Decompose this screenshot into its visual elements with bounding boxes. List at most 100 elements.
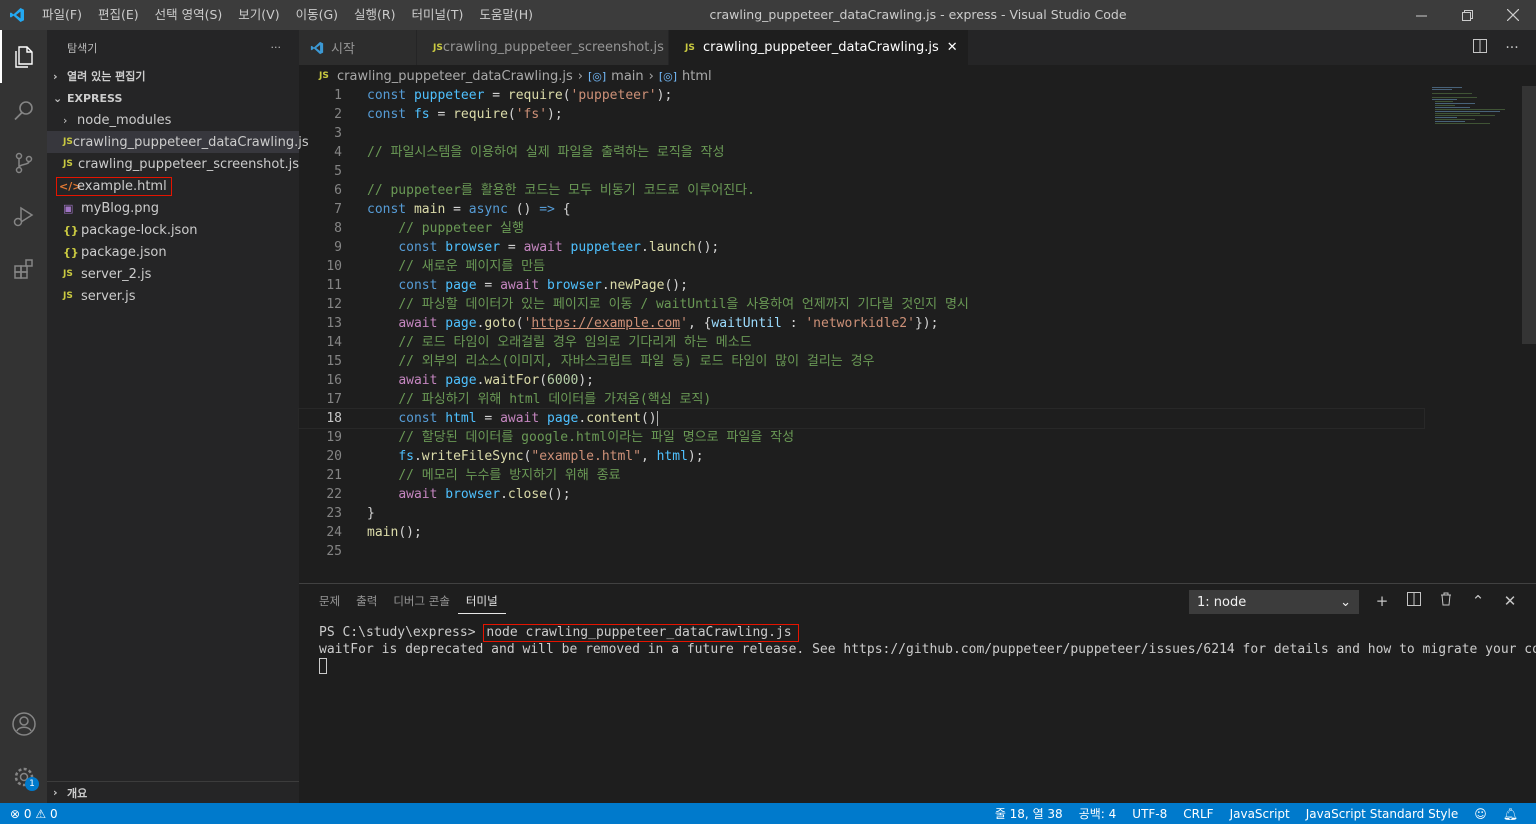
variable-icon: [◎]: [587, 69, 607, 83]
image-file-icon: ▣: [63, 201, 74, 215]
settings-badge: 1: [25, 777, 39, 791]
tree-item-label: crawling_puppeteer_dataCrawling.js: [72, 134, 309, 150]
tree-item-label: server.js: [81, 288, 136, 304]
cursor-position[interactable]: 줄 18, 열 38: [987, 805, 1071, 822]
tree-item-label: node_modules: [77, 112, 172, 128]
folder-section[interactable]: ⌄ EXPRESS: [47, 87, 299, 109]
tab-output[interactable]: 출력: [348, 584, 385, 618]
bell-icon[interactable]: 🔔︎: [1495, 807, 1526, 821]
editor-scrollbar[interactable]: [1522, 86, 1536, 344]
tree-item-example-html[interactable]: </> example.html: [47, 175, 299, 197]
breadcrumb-symbol-html[interactable]: html: [682, 69, 712, 84]
outline-label: 개요: [67, 786, 88, 800]
open-editors-section[interactable]: › 열려 있는 편집기: [47, 65, 299, 87]
problems-status[interactable]: ⊗ 0 ⚠ 0: [0, 807, 58, 821]
tree-item-server-js[interactable]: JS server.js: [47, 285, 299, 307]
terminal-warning: waitFor is deprecated and will be remove…: [319, 642, 1536, 657]
activity-bar: 1: [0, 30, 47, 803]
minimize-button[interactable]: [1398, 0, 1444, 30]
more-actions-icon[interactable]: ···: [271, 41, 282, 54]
extensions-button[interactable]: [0, 242, 47, 295]
tab-screenshot-js[interactable]: JS crawling_puppeteer_screenshot.js: [417, 30, 669, 65]
tree-item-package-lock-json[interactable]: {} package-lock.json: [47, 219, 299, 241]
terminal-select-value: 1: node: [1197, 594, 1247, 610]
settings-button[interactable]: 1: [0, 750, 47, 803]
split-terminal-icon[interactable]: [1398, 590, 1430, 612]
code-line: 9 const browser = await puppeteer.launch…: [334, 240, 720, 255]
tab-problems[interactable]: 문제: [311, 584, 348, 618]
menu-selection[interactable]: 선택 영역(S): [147, 0, 231, 30]
tree-item-label: crawling_puppeteer_screenshot.js: [77, 156, 299, 172]
restore-button[interactable]: [1444, 0, 1490, 30]
encoding[interactable]: UTF-8: [1124, 807, 1175, 821]
chevron-down-icon: ⌄: [53, 91, 63, 105]
code-editor[interactable]: 1 const puppeteer = require('puppeteer');…: [298, 86, 1425, 572]
vscode-icon: [310, 41, 324, 54]
breadcrumb-file[interactable]: crawling_puppeteer_dataCrawling.js: [337, 69, 573, 84]
tree-item-label: myBlog.png: [81, 200, 159, 216]
chevron-right-icon: ›: [53, 69, 58, 83]
outline-section[interactable]: › 개요: [47, 781, 299, 803]
tree-item-label: package-lock.json: [81, 222, 198, 238]
close-panel-icon[interactable]: ✕: [1494, 590, 1526, 612]
menu-view[interactable]: 보기(V): [230, 0, 287, 30]
code-line: 1 const puppeteer = require('puppeteer');: [334, 88, 673, 103]
menu-help[interactable]: 도움말(H): [471, 0, 541, 30]
tree-item-package-json[interactable]: {} package.json: [47, 241, 299, 263]
terminal-cursor: [319, 658, 327, 674]
terminal-select[interactable]: 1: node ⌄: [1189, 590, 1359, 614]
close-window-button[interactable]: [1490, 0, 1536, 30]
explorer-button[interactable]: [0, 30, 47, 83]
menu-edit[interactable]: 편집(E): [90, 0, 147, 30]
trash-icon[interactable]: [1430, 590, 1462, 612]
tree-item-label: server_2.js: [81, 266, 152, 282]
tab-start[interactable]: 시작: [299, 30, 417, 65]
breadcrumb: JS crawling_puppeteer_dataCrawling.js › …: [299, 65, 1536, 87]
maximize-panel-icon[interactable]: ⌃: [1462, 590, 1494, 612]
folder-label: EXPRESS: [67, 91, 123, 105]
title-bar: 파일(F) 편집(E) 선택 영역(S) 보기(V) 이동(G) 실행(R) 터…: [0, 0, 1536, 30]
menu-go[interactable]: 이동(G): [288, 0, 346, 30]
error-count: 0: [23, 806, 32, 821]
run-debug-icon: [13, 206, 33, 226]
tree-item-screenshot-js[interactable]: JS crawling_puppeteer_screenshot.js: [47, 153, 299, 175]
tab-debug-console[interactable]: 디버그 콘솔: [385, 584, 458, 618]
vscode-logo-icon: [0, 0, 34, 30]
feedback-icon[interactable]: ☺: [1466, 807, 1495, 821]
code-line: 6// puppeteer를 활용한 코드는 모두 비동기 코드로 이루어진다.: [334, 183, 755, 198]
split-editor-icon[interactable]: [1464, 38, 1496, 57]
minimap[interactable]: [1430, 86, 1522, 126]
source-control-button[interactable]: [0, 136, 47, 189]
search-button[interactable]: [0, 83, 47, 136]
restore-icon: [1461, 9, 1473, 21]
tab-terminal[interactable]: 터미널: [457, 588, 506, 614]
code-line: 15 // 외부의 리소스(이미지, 자바스크립트 파일 등) 로드 타임이 많…: [326, 354, 875, 369]
chevron-down-icon: ⌄: [1340, 594, 1351, 610]
run-debug-button[interactable]: [0, 189, 47, 242]
line-ending[interactable]: CRLF: [1175, 807, 1221, 821]
formatter[interactable]: JavaScript Standard Style: [1298, 807, 1467, 821]
tree-item-datacrawling-js[interactable]: JS crawling_puppeteer_dataCrawling.js: [47, 131, 309, 153]
tree-item-node-modules[interactable]: › node_modules: [47, 109, 299, 131]
menu-run[interactable]: 실행(R): [346, 0, 403, 30]
code-line: 19 // 할당된 데이터를 google.html이라는 파일 명으로 파일을…: [326, 430, 795, 445]
tab-datacrawling-js[interactable]: JS crawling_puppeteer_dataCrawling.js ✕: [669, 30, 969, 65]
files-icon: [14, 45, 33, 68]
menu-terminal[interactable]: 터미널(T): [404, 0, 472, 30]
terminal-output[interactable]: PS C:\study\express> node crawling_puppe…: [319, 624, 1536, 679]
accounts-button[interactable]: [0, 697, 47, 750]
new-terminal-icon[interactable]: +: [1366, 590, 1398, 612]
close-tab-icon[interactable]: ✕: [947, 40, 958, 55]
code-line: 7 const main = async () => {: [334, 202, 571, 217]
indentation[interactable]: 공백: 4: [1071, 805, 1125, 822]
tree-item-myblog-png[interactable]: ▣ myBlog.png: [47, 197, 299, 219]
js-file-icon: JS: [433, 42, 443, 53]
code-line: 22 await browser.close();: [326, 487, 571, 502]
more-actions-icon[interactable]: ···: [1496, 40, 1528, 56]
tree-item-server-2-js[interactable]: JS server_2.js: [47, 263, 299, 285]
code-line: 4// 파일시스템을 이용하여 실제 파일을 출력하는 로직을 작성: [334, 145, 725, 160]
language-mode[interactable]: JavaScript: [1222, 807, 1298, 821]
menu-file[interactable]: 파일(F): [34, 0, 90, 30]
breadcrumb-symbol-main[interactable]: main: [611, 69, 643, 84]
account-icon: [11, 711, 36, 736]
